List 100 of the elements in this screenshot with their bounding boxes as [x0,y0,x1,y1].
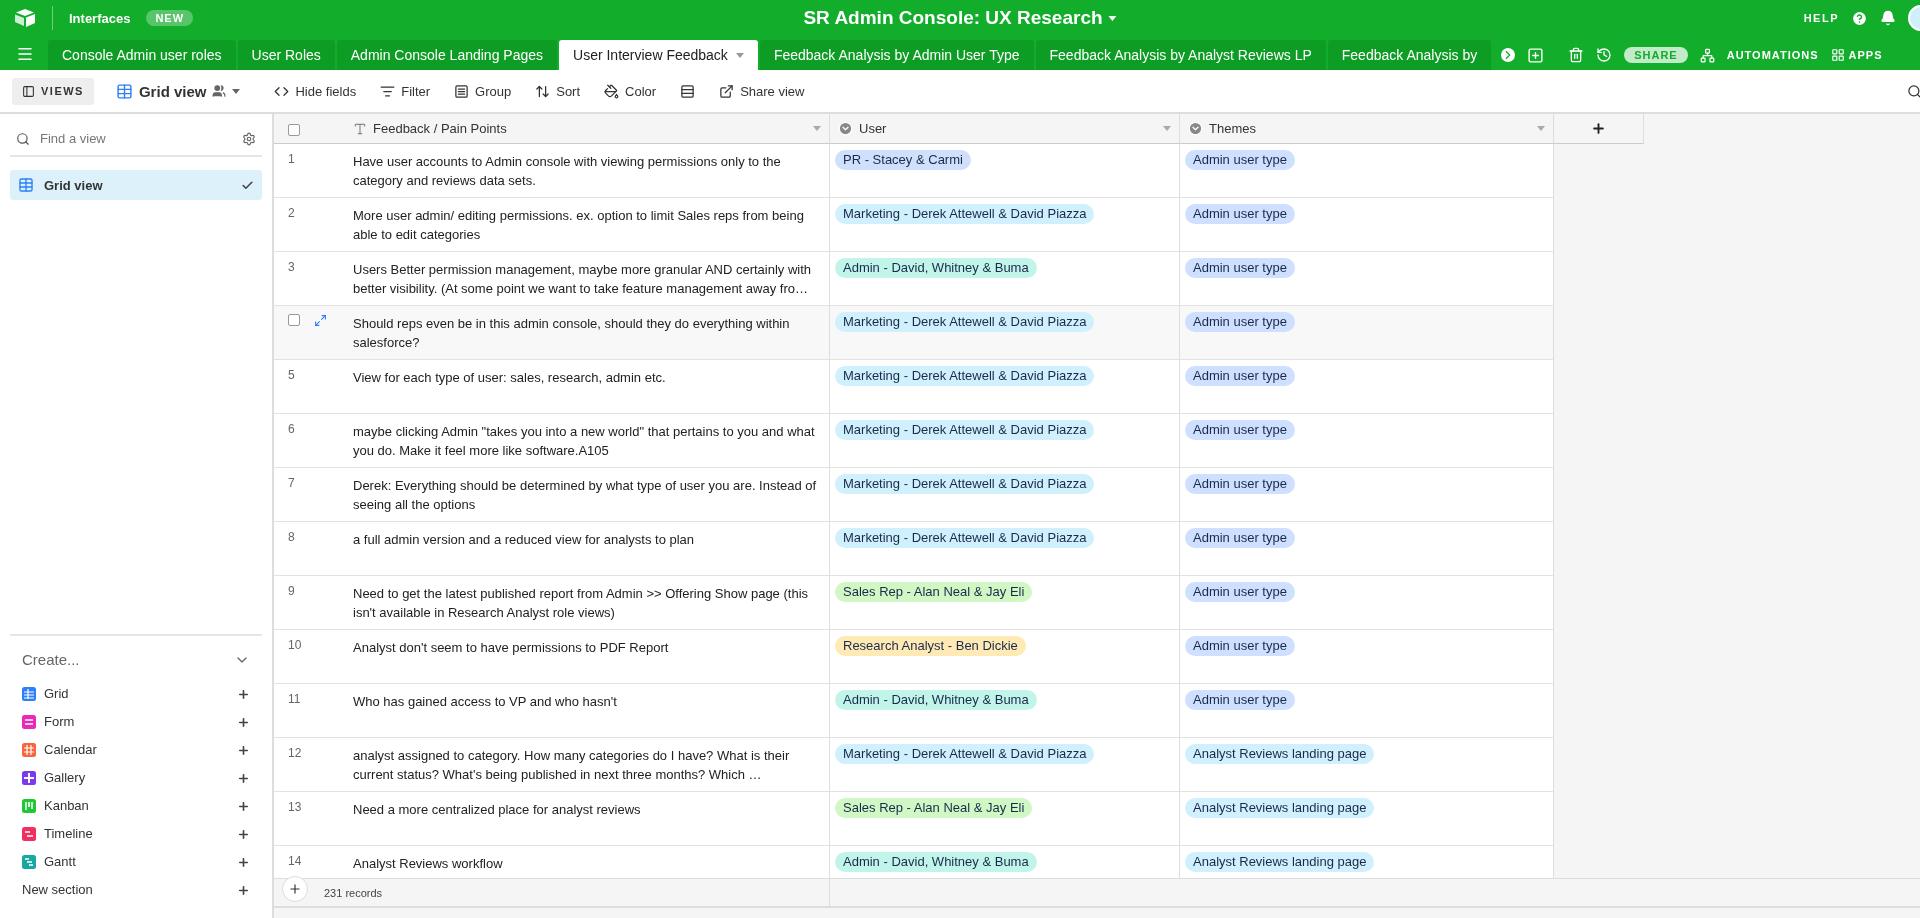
view-item[interactable]: Grid view [10,170,262,200]
group-button[interactable]: Group [452,79,514,103]
select-all-checkbox[interactable] [288,123,300,136]
hide-fields-button[interactable]: Hide fields [272,79,359,103]
create-heading: Create... [22,652,81,668]
row-number: 9 [288,583,295,600]
table-tab[interactable]: User Interview Feedback [559,40,758,70]
caret-icon [813,126,821,131]
notifications-icon[interactable] [1880,10,1896,26]
create-view-item[interactable]: Gallery [44,770,229,786]
row-number: 7 [288,475,295,492]
add-icon[interactable] [237,743,250,757]
create-view-item[interactable]: Grid [44,686,229,702]
add-icon[interactable] [237,687,250,701]
row-number: 13 [288,799,302,816]
add-icon[interactable] [237,827,250,841]
row-number: 14 [288,853,302,870]
table-cell: Have user accounts to Admin console with viewing permissions only to the category and reviews data sets. [345,144,830,198]
share-view-button[interactable]: Share view [717,79,807,103]
user-tag: Sales Rep - Alan Neal & Jay Eli [835,798,1033,818]
column-header[interactable]: User [859,119,1157,138]
column-header[interactable]: Feedback / Pain Points [373,119,807,138]
list-icon [454,83,470,99]
color-button[interactable]: Color [602,79,659,103]
theme-tag: Analyst Reviews landing page [1185,744,1375,764]
caret-icon [1163,126,1171,131]
caret-icon [232,88,241,94]
apps-icon[interactable] [1830,48,1845,62]
add-table-icon[interactable] [1527,46,1545,64]
user-tag: Marketing - Derek Attewell & David Piazza [835,204,1095,224]
add-icon[interactable] [237,855,250,869]
help-icon[interactable] [1851,9,1868,27]
table-tab[interactable]: Console Admin user roles [48,40,236,70]
plus-icon [288,881,302,896]
add-field-icon[interactable] [1591,121,1606,136]
table-cell: Analyst Reviews workflow [345,846,830,878]
create-view-item[interactable]: Calendar [44,742,229,758]
theme-tag: Analyst Reviews landing page [1185,798,1375,818]
dropdown-field-icon [838,121,853,136]
trash-icon[interactable] [1568,47,1585,63]
add-icon[interactable] [237,883,250,897]
chevron-right-icon[interactable] [1501,48,1516,62]
history-icon[interactable] [1596,47,1613,63]
table-cell: Need to get the latest published report from Admin >> Offering Show page (this isn't available in Research Analyst role views) [345,576,830,630]
people-icon [212,84,227,98]
user-tag: Research Analyst - Ben Dickie [835,636,1026,656]
grid-icon [115,82,133,100]
user-tag: Sales Rep - Alan Neal & Jay Eli [835,582,1033,602]
create-view-item[interactable]: Kanban [44,798,229,814]
logo-icon [14,8,36,28]
caret-icon [735,52,744,58]
user-tag: Admin - David, Whitney & Buma [835,258,1037,278]
row-number: 10 [288,637,302,654]
create-view-item[interactable]: Timeline [44,826,229,842]
row-number: 2 [288,205,295,222]
new-section-button[interactable]: New section [22,882,229,898]
table-tab[interactable]: Feedback Analysis by Analyst Reviews LP [1035,40,1326,70]
user-tag: Admin - David, Whitney & Buma [835,690,1037,710]
add-icon[interactable] [237,799,250,813]
theme-tag: Admin user type [1185,312,1295,332]
create-view-item[interactable]: Gantt [44,854,229,870]
filter-button[interactable]: Filter [378,79,433,103]
table-cell: analyst assigned to category. How many categories do I have? What is their current status? What's being published in next three months? Which … [345,738,830,792]
menu-icon[interactable] [16,45,34,63]
record-count: 231 records [324,886,383,899]
paint-bucket-icon [604,83,620,99]
theme-tag: Admin user type [1185,690,1295,710]
theme-tag: Admin user type [1185,528,1295,548]
table-tab[interactable]: User Roles [237,40,335,70]
settings-icon[interactable] [242,131,256,146]
create-view-item[interactable]: Form [44,714,229,730]
dropdown-field-icon [1188,121,1203,136]
add-icon[interactable] [237,771,250,785]
sidebar-icon [22,84,35,98]
row-number: 6 [288,421,295,438]
table-cell: View for each type of user: sales, research, admin etc. [345,360,830,414]
row-checkbox[interactable] [288,314,300,326]
table-cell: Users Better permission management, maybe more granular AND certainly with better visibility. (At some point we want to take feature management away fro… [345,252,830,306]
table-tab[interactable]: Feedback Analysis by [1327,40,1492,70]
table-tab[interactable]: Admin Console Landing Pages [336,40,558,70]
grid-icon [18,177,34,193]
automations-icon[interactable] [1699,47,1715,63]
base-title: SR Admin Console: UX Research [803,7,1103,29]
table-cell: a full admin version and a reduced view for analysts to plan [345,522,830,576]
row-number: 11 [288,691,301,708]
view-switcher[interactable]: Grid view [113,78,243,104]
expand-icon[interactable] [314,314,327,327]
add-icon[interactable] [237,715,250,729]
user-tag: PR - Stacey & Carmi [835,150,971,170]
filter-icon [380,83,396,99]
theme-tag: Admin user type [1185,582,1295,602]
sort-button[interactable]: Sort [533,79,583,103]
search-icon[interactable] [1907,83,1920,99]
row-number: 8 [288,529,295,546]
theme-tag: Admin user type [1185,474,1295,494]
table-tab[interactable]: Feedback Analysis by Admin User Type [759,40,1034,70]
new-badge: NEW [146,10,194,26]
theme-tag: Admin user type [1185,204,1295,224]
views-button[interactable]: VIEWS [12,77,94,105]
column-header[interactable]: Themes [1209,119,1531,138]
